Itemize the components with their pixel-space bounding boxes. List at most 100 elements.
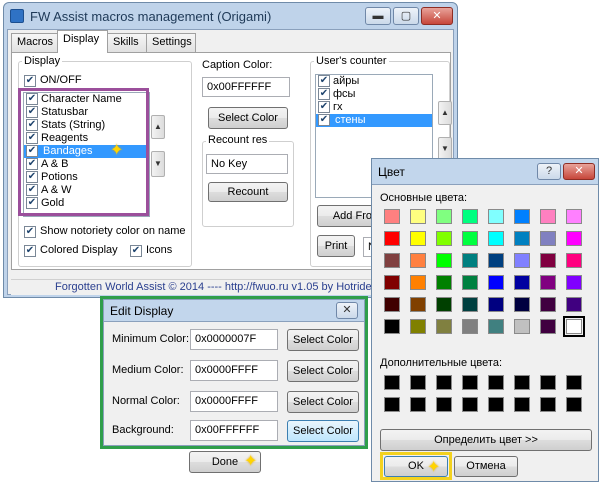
users-list-item-checkbox[interactable]: ✔	[318, 114, 330, 126]
basic-color-swatch[interactable]	[488, 231, 504, 246]
custom-color-swatch[interactable]	[436, 375, 452, 390]
basic-color-swatch[interactable]	[514, 275, 530, 290]
custom-color-swatch[interactable]	[462, 375, 478, 390]
background-color-input[interactable]: 0x00FFFFFF	[190, 420, 278, 441]
basic-color-swatch[interactable]	[384, 319, 400, 334]
custom-color-swatch[interactable]	[384, 397, 400, 412]
basic-color-swatch[interactable]	[410, 297, 426, 312]
custom-color-swatch[interactable]	[566, 397, 582, 412]
custom-color-swatch[interactable]	[488, 397, 504, 412]
normal-color-input[interactable]: 0x0000FFFF	[190, 391, 278, 412]
color-dialog-close-button[interactable]: ✕	[563, 163, 595, 180]
minimize-button[interactable]: ▬	[365, 7, 391, 25]
basic-color-swatch[interactable]	[540, 319, 556, 334]
basic-color-swatch[interactable]	[540, 297, 556, 312]
edit-display-titlebar[interactable]: Edit Display ✕	[104, 300, 364, 322]
basic-color-swatch[interactable]	[514, 231, 530, 246]
on-off-checkbox[interactable]: ✔	[24, 75, 36, 87]
basic-color-swatch[interactable]	[566, 253, 582, 268]
users-list-item-checkbox[interactable]: ✔	[318, 88, 330, 100]
basic-color-swatch[interactable]	[540, 209, 556, 224]
basic-color-swatch[interactable]	[566, 275, 582, 290]
tab-skills[interactable]: Skills	[107, 33, 147, 52]
main-titlebar[interactable]: FW Assist macros management (Origami) ▬ …	[4, 3, 457, 29]
custom-color-swatch[interactable]	[540, 397, 556, 412]
maximize-button[interactable]: ▢	[393, 7, 419, 25]
show-notoriety-checkbox[interactable]: ✔	[24, 226, 36, 238]
basic-color-swatch[interactable]	[488, 209, 504, 224]
custom-color-swatch[interactable]	[462, 397, 478, 412]
basic-color-swatch[interactable]	[436, 209, 452, 224]
custom-color-swatch[interactable]	[514, 397, 530, 412]
basic-color-swatch[interactable]	[384, 275, 400, 290]
print-button[interactable]: Print	[317, 235, 355, 257]
close-button[interactable]: ✕	[421, 7, 453, 25]
tab-macros[interactable]: Macros	[11, 33, 58, 52]
color-dialog-titlebar[interactable]: Цвет ? ✕	[372, 159, 598, 185]
basic-color-swatch[interactable]	[384, 253, 400, 268]
colored-display-checkbox[interactable]: ✔	[24, 245, 36, 257]
basic-color-swatch[interactable]	[410, 231, 426, 246]
basic-color-swatch[interactable]	[514, 253, 530, 268]
basic-color-swatch[interactable]	[462, 253, 478, 268]
basic-color-swatch[interactable]	[462, 231, 478, 246]
medium-color-input[interactable]: 0x0000FFFF	[190, 360, 278, 381]
basic-color-swatch[interactable]	[384, 297, 400, 312]
users-list-item[interactable]: ✔ стены	[316, 114, 432, 127]
basic-color-swatch[interactable]	[410, 275, 426, 290]
basic-color-swatch[interactable]	[488, 319, 504, 334]
basic-color-swatch[interactable]	[488, 253, 504, 268]
basic-color-swatch[interactable]	[566, 231, 582, 246]
basic-color-swatch[interactable]	[410, 209, 426, 224]
basic-color-swatch[interactable]	[410, 319, 426, 334]
basic-color-swatch[interactable]	[436, 253, 452, 268]
cancel-button[interactable]: Отмена	[454, 456, 518, 477]
basic-color-swatch[interactable]	[410, 253, 426, 268]
define-custom-color-button[interactable]: Определить цвет >>	[380, 429, 592, 451]
icons-checkbox[interactable]: ✔	[130, 245, 142, 257]
custom-color-swatch[interactable]	[410, 375, 426, 390]
basic-color-swatch[interactable]	[462, 209, 478, 224]
basic-color-swatch[interactable]	[436, 319, 452, 334]
custom-color-swatch[interactable]	[436, 397, 452, 412]
users-list-item[interactable]: ✔ фсы	[316, 88, 432, 101]
basic-color-swatch[interactable]	[462, 275, 478, 290]
custom-color-swatch[interactable]	[488, 375, 504, 390]
normal-select-color-button[interactable]: Select Color	[287, 391, 359, 413]
background-select-color-button[interactable]: Select Color	[287, 420, 359, 442]
basic-color-swatch[interactable]	[540, 231, 556, 246]
move-down-button[interactable]: ▼	[151, 151, 165, 177]
basic-color-swatch[interactable]	[384, 231, 400, 246]
custom-color-swatch[interactable]	[540, 375, 556, 390]
custom-color-swatch[interactable]	[410, 397, 426, 412]
basic-color-swatch[interactable]	[514, 209, 530, 224]
basic-color-swatch[interactable]	[514, 297, 530, 312]
basic-color-swatch[interactable]	[566, 297, 582, 312]
custom-color-swatch[interactable]	[514, 375, 530, 390]
users-list-item[interactable]: ✔ гх	[316, 101, 432, 114]
edit-display-close-button[interactable]: ✕	[336, 302, 358, 319]
basic-color-swatch[interactable]	[566, 209, 582, 224]
custom-color-swatch[interactable]	[384, 375, 400, 390]
caption-color-input[interactable]: 0x00FFFFFF	[202, 77, 290, 97]
basic-color-swatch[interactable]	[436, 297, 452, 312]
users-list-item-checkbox[interactable]: ✔	[318, 101, 330, 113]
basic-color-swatch[interactable]	[436, 231, 452, 246]
tab-settings[interactable]: Settings	[146, 33, 196, 52]
basic-color-swatch[interactable]	[514, 319, 530, 334]
minimum-color-input[interactable]: 0x0000007F	[190, 329, 278, 350]
basic-color-swatch[interactable]	[462, 319, 478, 334]
basic-color-swatch[interactable]	[384, 209, 400, 224]
users-list-item-checkbox[interactable]: ✔	[318, 75, 330, 87]
basic-color-swatch[interactable]	[540, 253, 556, 268]
custom-color-swatch[interactable]	[566, 375, 582, 390]
basic-color-swatch[interactable]	[540, 275, 556, 290]
caption-select-color-button[interactable]: Select Color	[208, 107, 288, 129]
basic-color-swatch[interactable]	[462, 297, 478, 312]
recount-key-input[interactable]: No Key	[206, 154, 288, 174]
basic-color-swatch[interactable]	[436, 275, 452, 290]
help-button[interactable]: ?	[537, 163, 561, 180]
medium-select-color-button[interactable]: Select Color	[287, 360, 359, 382]
minimum-select-color-button[interactable]: Select Color	[287, 329, 359, 351]
users-list-item[interactable]: ✔ айры	[316, 75, 432, 88]
